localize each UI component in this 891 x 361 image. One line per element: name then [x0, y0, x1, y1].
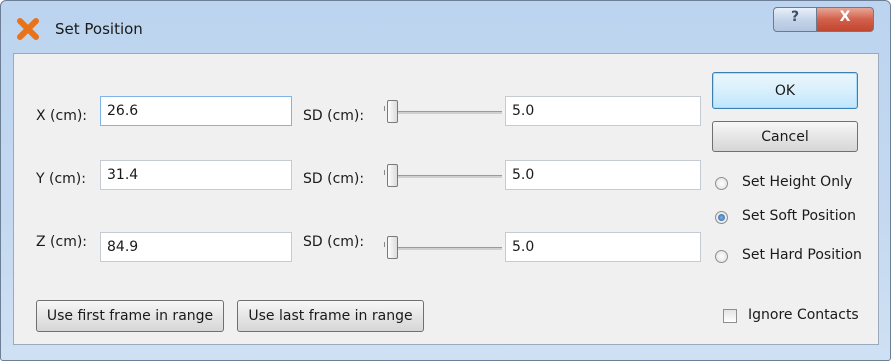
x-sd-slider[interactable]	[382, 98, 502, 126]
ok-button[interactable]: OK	[712, 72, 858, 109]
x-input[interactable]	[100, 96, 292, 126]
y-sd-input[interactable]	[505, 160, 701, 190]
slider-thumb[interactable]	[387, 100, 398, 123]
z-label: Z (cm):	[36, 234, 88, 250]
set-height-only-label[interactable]: Set Height Only	[742, 174, 852, 190]
z-sd-slider[interactable]	[382, 234, 502, 262]
set-position-dialog: Set Position ? X X (cm): SD (cm): Y (cm)…	[0, 0, 891, 361]
x-label: X (cm):	[36, 108, 88, 124]
slider-tick	[384, 170, 385, 175]
app-icon	[17, 18, 39, 40]
z-input[interactable]	[100, 232, 292, 262]
slider-tick	[384, 242, 385, 247]
x-sd-label: SD (cm):	[303, 108, 365, 124]
y-label: Y (cm):	[36, 171, 86, 187]
z-sd-label: SD (cm):	[303, 234, 365, 250]
set-soft-position-radio[interactable]	[715, 211, 728, 224]
set-height-only-radio[interactable]	[715, 177, 728, 190]
y-input[interactable]	[100, 160, 292, 190]
slider-track	[390, 247, 502, 250]
slider-track	[390, 175, 502, 178]
slider-track	[390, 111, 502, 114]
slider-thumb[interactable]	[387, 236, 398, 259]
y-sd-label: SD (cm):	[303, 171, 365, 187]
title-bar[interactable]: Set Position ? X	[1, 1, 890, 56]
ignore-contacts-checkbox[interactable]	[723, 309, 737, 323]
window-title: Set Position	[55, 20, 143, 38]
close-button[interactable]: X	[816, 7, 874, 32]
dialog-body: X (cm): SD (cm): Y (cm): SD (cm): Z (cm)…	[13, 53, 879, 345]
slider-thumb[interactable]	[387, 164, 398, 187]
help-icon: ?	[790, 9, 800, 25]
y-sd-slider[interactable]	[382, 162, 502, 190]
x-sd-input[interactable]	[505, 96, 701, 126]
z-sd-input[interactable]	[505, 232, 701, 262]
use-first-frame-button[interactable]: Use first frame in range	[36, 300, 224, 332]
cancel-button[interactable]: Cancel	[712, 121, 858, 152]
slider-tick	[384, 106, 385, 111]
close-icon: X	[839, 9, 851, 25]
help-button[interactable]: ?	[773, 7, 817, 32]
use-last-frame-button[interactable]: Use last frame in range	[237, 300, 424, 332]
set-hard-position-label[interactable]: Set Hard Position	[742, 247, 862, 263]
set-soft-position-label[interactable]: Set Soft Position	[742, 208, 856, 224]
set-hard-position-radio[interactable]	[715, 250, 728, 263]
ignore-contacts-label[interactable]: Ignore Contacts	[748, 307, 859, 323]
